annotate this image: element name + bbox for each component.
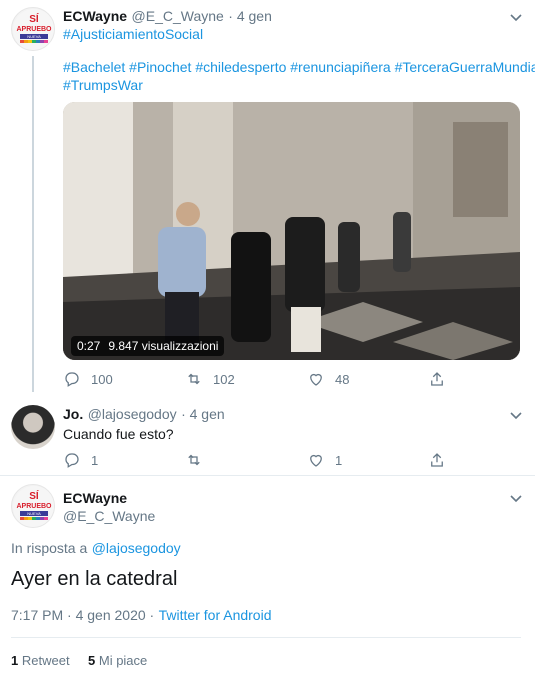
timestamp[interactable]: · 4 gen [181, 406, 225, 422]
retweet-button[interactable]: 102 [185, 370, 235, 388]
like-button[interactable]: 48 [307, 370, 349, 388]
likes-label: Mi piace [98, 653, 148, 668]
tweet-text: Cuando fue esto? [63, 426, 174, 442]
retweet-count: 102 [213, 371, 235, 387]
svg-text:NUEVA: NUEVA [27, 34, 41, 39]
hashtag-line-3[interactable]: #TrumpsWar [63, 77, 143, 93]
reply-icon [65, 372, 79, 387]
chevron-down-icon[interactable] [508, 490, 524, 506]
retweets-stat[interactable]: 1 Retweet [11, 653, 70, 668]
svg-text:SÍ: SÍ [29, 489, 39, 502]
svg-text:APRUEBO: APRUEBO [16, 26, 52, 33]
avatar[interactable]: SÍ APRUEBO NUEVA [11, 484, 55, 528]
divider [11, 637, 521, 638]
retweets-label: Retweet [21, 653, 70, 668]
heart-icon [310, 454, 322, 467]
share-icon[interactable] [428, 370, 446, 388]
svg-text:NUEVA: NUEVA [27, 511, 41, 516]
tweet-header: Jo. @lajosegodoy · 4 gen [63, 406, 225, 424]
svg-text:SÍ: SÍ [29, 12, 39, 25]
si-apruebo-logo: SÍ APRUEBO NUEVA [13, 9, 54, 50]
si-apruebo-logo: SÍ APRUEBO NUEVA [13, 486, 54, 527]
hashtag-line-1[interactable]: #AjusticiamientoSocial [63, 26, 203, 42]
retweets-count: 1 [11, 653, 19, 668]
main-tweet-text: Ayer en la catedral [11, 568, 178, 590]
reply-button[interactable]: 1 [63, 451, 98, 469]
reply-context: In risposta a @lajosegodoy [11, 540, 181, 558]
display-name[interactable]: ECWayne [63, 8, 127, 24]
video-views: 9.847 visualizzazioni [108, 339, 219, 353]
reply-count: 1 [91, 452, 99, 468]
tweet-header: ECWayne @E_C_Wayne · 4 gen [63, 8, 272, 26]
timestamp[interactable]: · 4 gen [228, 8, 272, 24]
chevron-down-icon[interactable] [508, 9, 524, 25]
like-button[interactable]: 1 [307, 451, 342, 469]
reply-count: 100 [91, 371, 113, 387]
likes-count: 5 [88, 653, 96, 668]
reply-icon [65, 453, 79, 468]
reply-prefix: In risposta a [11, 540, 88, 556]
tweet-meta: 7:17 PM · 4 gen 2020 · Twitter for Andro… [11, 607, 271, 625]
video-duration: 0:27 [77, 339, 101, 353]
handle[interactable]: @E_C_Wayne [132, 8, 224, 24]
hashtag-line-2[interactable]: #Bachelet #Pinochet #chiledesperto #renu… [63, 59, 535, 75]
retweet-button[interactable] [185, 451, 203, 469]
chevron-down-icon[interactable] [508, 407, 524, 423]
avatar[interactable] [11, 405, 55, 449]
display-name[interactable]: ECWayne [63, 490, 127, 506]
like-count: 1 [335, 452, 343, 468]
heart-icon [310, 373, 322, 386]
timestamp[interactable]: 7:17 PM · 4 gen 2020 · [11, 607, 154, 623]
reply-button[interactable]: 100 [63, 370, 113, 388]
thread-line [32, 56, 34, 392]
handle[interactable]: @E_C_Wayne [63, 508, 155, 524]
display-name[interactable]: Jo. [63, 406, 83, 422]
handle[interactable]: @lajosegodoy [88, 406, 177, 422]
divider [0, 475, 535, 476]
svg-text:APRUEBO: APRUEBO [16, 503, 52, 510]
like-count: 48 [335, 371, 350, 387]
retweet-icon [188, 373, 200, 385]
likes-stat[interactable]: 5 Mi piace [88, 653, 147, 668]
reply-to-link[interactable]: @lajosegodoy [92, 540, 181, 556]
share-icon[interactable] [428, 451, 446, 469]
avatar[interactable]: SÍ APRUEBO NUEVA [11, 7, 55, 51]
retweet-icon [188, 454, 200, 466]
video-badge: 0:27 9.847 visualizzazioni [71, 336, 225, 356]
source-link[interactable]: Twitter for Android [159, 607, 272, 623]
video-thumbnail [63, 102, 520, 360]
video-player[interactable]: 0:27 9.847 visualizzazioni [63, 102, 520, 360]
